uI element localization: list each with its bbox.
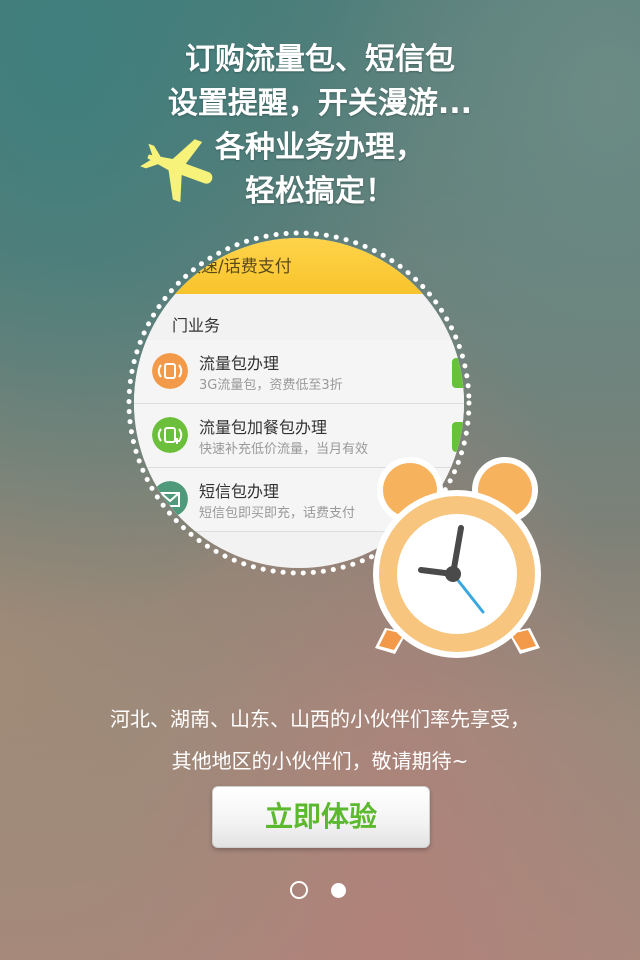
headline-line-2: 设置提醒，开关漫游... — [167, 86, 473, 121]
airplane-icon — [140, 139, 213, 203]
headline-line-1: 订购流量包、短信包 — [185, 42, 455, 77]
headline-line-3: 各种业务办理， — [215, 130, 425, 165]
alarm-clock-icon — [373, 457, 541, 658]
page-indicator — [0, 880, 640, 904]
promo-line-1: 河北、湖南、山东、山西的小伙伴们率先享受， — [110, 707, 530, 731]
intro-headline: 订购流量包、短信包 设置提醒，开关漫游... 各种业务办理， 轻松搞定！ — [0, 38, 640, 214]
headline-line-4: 轻松搞定！ — [245, 174, 395, 209]
page-dot-1[interactable] — [290, 881, 308, 899]
promo-text: 河北、湖南、山东、山西的小伙伴们率先享受， 其他地区的小伙伴们，敬请期待~ — [0, 698, 640, 782]
promo-line-2: 其他地区的小伙伴们，敬请期待~ — [171, 749, 469, 773]
try-now-button[interactable]: 立即体验 — [212, 786, 430, 848]
page-dot-2-active[interactable] — [331, 883, 346, 898]
